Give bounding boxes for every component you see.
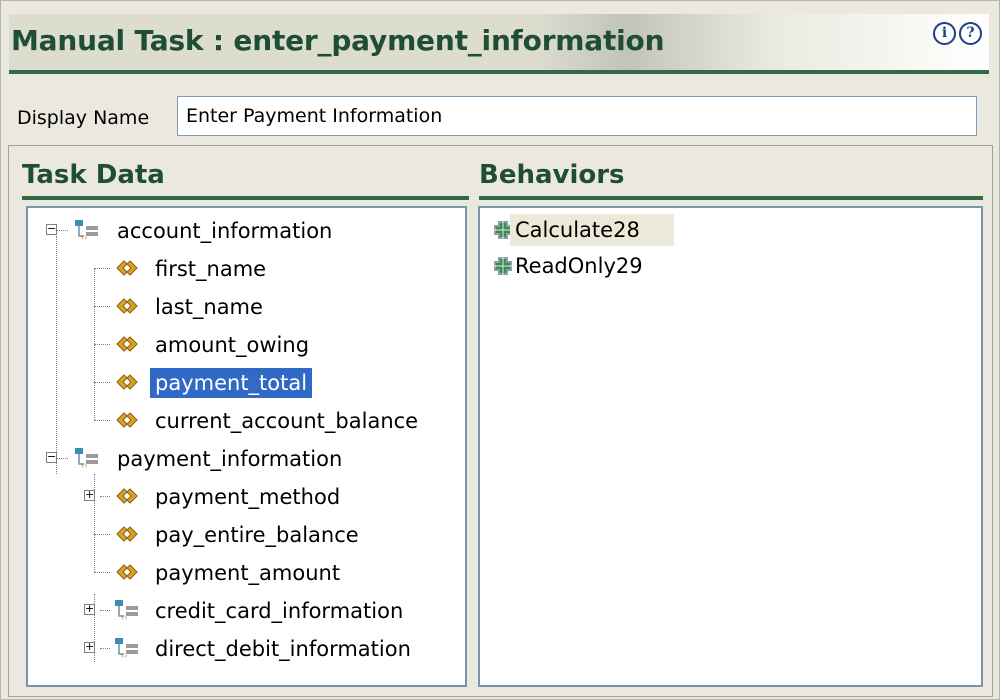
collapse-toggle[interactable]: − [46, 223, 57, 235]
expand-toggle[interactable]: + [84, 489, 95, 501]
task-data-divider [22, 196, 469, 200]
behavior-label: Calculate28 [510, 214, 674, 246]
svg-text:‹›: ‹› [81, 461, 87, 468]
help-icon[interactable]: ? [959, 22, 982, 45]
expand-toggle[interactable]: + [84, 641, 95, 653]
tree-item-label: account_information [117, 219, 333, 243]
svg-text:‹›: ‹› [121, 613, 127, 620]
behaviors-title: Behaviors [479, 160, 625, 190]
data-group-icon: ‹› [115, 600, 138, 620]
tree-item-account-information[interactable]: − ‹› account_information [28, 214, 465, 246]
tree-item-label: amount_owing [155, 333, 310, 357]
page-title: Manual Task : enter_payment_information [11, 24, 665, 57]
tree-item-label: pay_entire_balance [155, 523, 359, 547]
header-bar: Manual Task : enter_payment_information [9, 14, 989, 70]
expand-toggle[interactable]: + [84, 603, 95, 615]
tree-item-payment-method[interactable]: + payment_method [28, 480, 465, 512]
tree-item-payment-total[interactable]: payment_total [28, 366, 465, 398]
tree-item-amount-owing[interactable]: amount_owing [28, 328, 465, 360]
svg-text:‹›: ‹› [81, 233, 87, 240]
tree-item-pay-entire-balance[interactable]: pay_entire_balance [28, 518, 465, 550]
data-field-icon [116, 564, 138, 580]
tree-item-payment-information[interactable]: − ‹› payment_information [28, 442, 465, 474]
data-field-icon [116, 412, 138, 428]
tree-item-label: current_account_balance [155, 409, 419, 433]
data-group-icon: ‹› [75, 448, 98, 468]
info-icon[interactable]: i [933, 22, 956, 45]
data-field-icon [116, 336, 138, 352]
tree-item-current-account-balance[interactable]: current_account_balance [28, 404, 465, 436]
tree-item-label: payment_total [150, 368, 313, 398]
tree-item-credit-card-information[interactable]: + ‹› credit_card_information [28, 594, 465, 626]
tree-item-label: last_name [155, 295, 263, 319]
task-data-tree[interactable]: − ‹› account_information first_name last… [26, 206, 467, 687]
collapse-toggle[interactable]: − [46, 451, 57, 463]
data-field-icon [116, 298, 138, 314]
tree-item-label: credit_card_information [155, 599, 404, 623]
task-data-title: Task Data [22, 160, 165, 190]
data-group-icon: ‹› [75, 220, 98, 240]
behaviors-divider [479, 196, 983, 200]
behavior-label: ReadOnly29 [515, 254, 643, 278]
tree-item-last-name[interactable]: last_name [28, 290, 465, 322]
tree-item-label: first_name [155, 257, 267, 281]
behaviors-list[interactable]: Calculate28 ReadOnly29 [478, 206, 983, 687]
tree-item-payment-amount[interactable]: payment_amount [28, 556, 465, 588]
data-group-icon: ‹› [115, 638, 138, 658]
data-field-icon [116, 374, 138, 390]
behavior-item-readonly29[interactable]: ReadOnly29 [480, 250, 880, 282]
tree-item-label: payment_method [155, 485, 341, 509]
tree-item-label: payment_information [117, 447, 343, 471]
data-field-icon [116, 526, 138, 542]
tree-item-direct-debit-information[interactable]: + ‹› direct_debit_information [28, 632, 465, 664]
tree-item-first-name[interactable]: first_name [28, 252, 465, 284]
data-field-icon [116, 260, 138, 276]
data-field-icon [116, 488, 138, 504]
behavior-item-calculate28[interactable]: Calculate28 [480, 214, 880, 246]
tree-item-label: direct_debit_information [155, 637, 411, 661]
display-name-label: Display Name [17, 107, 150, 129]
svg-text:‹›: ‹› [121, 651, 127, 658]
display-name-row: Display Name [9, 96, 991, 142]
display-name-input[interactable] [177, 96, 977, 136]
tree-item-label: payment_amount [155, 561, 341, 585]
header-divider [9, 70, 989, 74]
